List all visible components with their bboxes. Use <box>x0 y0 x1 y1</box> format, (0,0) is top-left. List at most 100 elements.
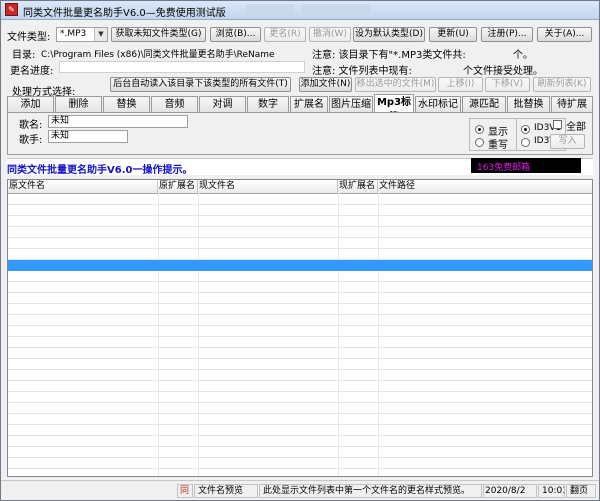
auto-read-button[interactable]: 后台自动读入该目录下该类型的所有文件(T) <box>110 77 291 92</box>
table-row[interactable] <box>8 392 592 403</box>
table-row[interactable] <box>8 282 592 293</box>
table-row[interactable] <box>8 238 592 249</box>
update-button[interactable]: 更新(U) <box>429 27 477 42</box>
notice-file-count-suffix: 个。 <box>513 50 533 61</box>
table-row[interactable] <box>8 205 592 216</box>
browse-button[interactable]: 浏览(B)... <box>210 27 261 42</box>
table-row[interactable] <box>8 315 592 326</box>
table-row[interactable] <box>8 304 592 315</box>
register-button[interactable]: 注册(P)... <box>481 27 533 42</box>
column-original-ext[interactable]: 原扩展名 <box>158 180 198 193</box>
status-time: 10:03 <box>538 484 565 498</box>
ad-banner[interactable]: 163免费邮箱 <box>471 158 581 173</box>
tab-replace[interactable]: 替换 <box>103 96 150 112</box>
table-row[interactable] <box>8 381 592 392</box>
page-button[interactable]: 翻页 <box>566 484 596 498</box>
table-row[interactable] <box>8 293 592 304</box>
rename-progress-label: 更名进度: <box>10 66 54 77</box>
singer-label: 歌手: <box>19 135 43 146</box>
about-button[interactable]: 关于(A)... <box>537 27 592 42</box>
table-row[interactable] <box>8 425 592 436</box>
ad-banner-text: 163免费邮箱 <box>477 163 531 173</box>
table-row[interactable] <box>8 227 592 238</box>
table-row[interactable] <box>8 216 592 227</box>
all-checkbox[interactable] <box>553 120 562 129</box>
song-name-input[interactable]: 未知 <box>48 115 188 128</box>
file-type-value: *.MP3 <box>60 29 87 39</box>
directory-path: C:\Program Files (x86)\同类文件批量更名助手\ReName <box>41 50 275 60</box>
table-row[interactable] <box>8 458 592 469</box>
set-default-type-button[interactable]: 设为默认类型(D) <box>353 27 425 42</box>
all-checkbox-label: 全部 <box>566 122 586 133</box>
operation-hint-text: 同类文件批量更名助手V6.0一操作提示。 <box>7 165 193 176</box>
column-new-ext[interactable]: 现扩展名 <box>338 180 378 193</box>
move-up-button[interactable]: 上移(I) <box>438 77 483 92</box>
tab-mp3-tags[interactable]: Mp3标签 <box>374 94 414 123</box>
tab-pending[interactable]: 待扩展 <box>551 96 593 112</box>
column-original-name[interactable]: 原文件名 <box>8 180 158 193</box>
table-row[interactable] <box>8 447 592 458</box>
file-list-table[interactable]: 原文件名 原扩展名 现文件名 现扩展名 文件路径 <box>7 179 593 477</box>
tab-delete[interactable]: 删除 <box>55 96 102 112</box>
id3v2-radio[interactable] <box>521 138 530 147</box>
table-row[interactable] <box>8 194 592 205</box>
table-row[interactable] <box>8 249 592 260</box>
status-app-icon: 同 <box>177 484 193 498</box>
refresh-list-button[interactable]: 刷新列表(K) <box>533 77 591 92</box>
status-bar: 同 文件名预览 此处显示文件列表中第一个文件名的更名样式预览。 注册用户 202… <box>1 480 599 500</box>
table-row[interactable] <box>8 337 592 348</box>
file-type-combo[interactable]: *.MP3 ▼ <box>56 27 108 42</box>
table-row[interactable] <box>8 469 592 476</box>
app-window: ✎ 同类文件批量更名助手V6.0—免费使用测试版 文件类型: *.MP3 ▼ 获… <box>0 0 600 501</box>
tab-image-compress[interactable]: 图片压缩 <box>329 96 373 112</box>
notice-list-count-suffix: 个文件接受处理。 <box>463 66 543 77</box>
window-title: 同类文件批量更名助手V6.0—免费使用测试版 <box>23 8 226 19</box>
add-file-button[interactable]: 添加文件(N) <box>299 77 352 92</box>
tab-number[interactable]: 数字 <box>247 96 289 112</box>
song-name-label: 歌名: <box>19 120 43 131</box>
notice-file-count-label: 注意: 该目录下有"*.MP3类文件共: <box>312 50 466 61</box>
tab-swap[interactable]: 对调 <box>199 96 246 112</box>
table-header: 原文件名 原扩展名 现文件名 现扩展名 文件路径 <box>8 180 592 194</box>
show-radio[interactable] <box>475 125 484 134</box>
tab-watermark[interactable]: 水印标记 <box>415 96 461 112</box>
column-new-name[interactable]: 现文件名 <box>198 180 338 193</box>
tab-extension[interactable]: 扩展名 <box>290 96 328 112</box>
write-button[interactable]: 写入 <box>550 134 585 149</box>
table-row[interactable] <box>8 260 592 271</box>
column-file-path[interactable]: 文件路径 <box>378 180 592 193</box>
table-row[interactable] <box>8 271 592 282</box>
chevron-down-icon[interactable]: ▼ <box>94 28 107 41</box>
singer-input[interactable]: 未知 <box>48 130 128 143</box>
table-row[interactable] <box>8 403 592 414</box>
table-row[interactable] <box>8 326 592 337</box>
title-ghost-block <box>301 4 371 16</box>
table-row[interactable] <box>8 436 592 447</box>
table-row[interactable] <box>8 370 592 381</box>
status-preview-label: 文件名预览 <box>194 484 258 498</box>
id3v1-radio[interactable] <box>521 125 530 134</box>
rename-button[interactable]: 更名(R) <box>264 27 306 42</box>
mp3-tag-panel: 歌名: 未知 歌手: 未知 显示 重写 ID3V1 ID3V2 全部 写入 <box>7 112 593 155</box>
rename-progress-bar <box>59 61 305 73</box>
title-bar: ✎ 同类文件批量更名助手V6.0—免费使用测试版 <box>1 1 599 20</box>
tab-batch-replace[interactable]: 批替换 <box>507 96 550 112</box>
status-preview-text: 此处显示文件列表中第一个文件名的更名样式预览。 <box>259 484 484 498</box>
notice-list-count-label: 注意: 文件列表中现有: <box>312 66 412 77</box>
file-type-label: 文件类型: <box>7 32 51 43</box>
title-ghost-block <box>246 4 294 16</box>
rewrite-radio[interactable] <box>475 138 484 147</box>
directory-label: 目录: <box>12 50 36 61</box>
undo-button[interactable]: 撤消(W) <box>309 27 351 42</box>
tab-add[interactable]: 添加 <box>7 96 54 112</box>
get-unknown-type-button[interactable]: 获取未知文件类型(G) <box>111 27 206 42</box>
tab-audio[interactable]: 音频 <box>151 96 198 112</box>
move-down-button[interactable]: 下移(V) <box>485 77 530 92</box>
table-row[interactable] <box>8 348 592 359</box>
rewrite-radio-label: 重写 <box>488 140 508 151</box>
status-date: 2020/8/2 <box>481 484 537 498</box>
table-row[interactable] <box>8 414 592 425</box>
tab-source-match[interactable]: 源匹配 <box>462 96 506 112</box>
table-row[interactable] <box>8 359 592 370</box>
remove-selected-button[interactable]: 移出选中的文件(M) <box>355 77 436 92</box>
